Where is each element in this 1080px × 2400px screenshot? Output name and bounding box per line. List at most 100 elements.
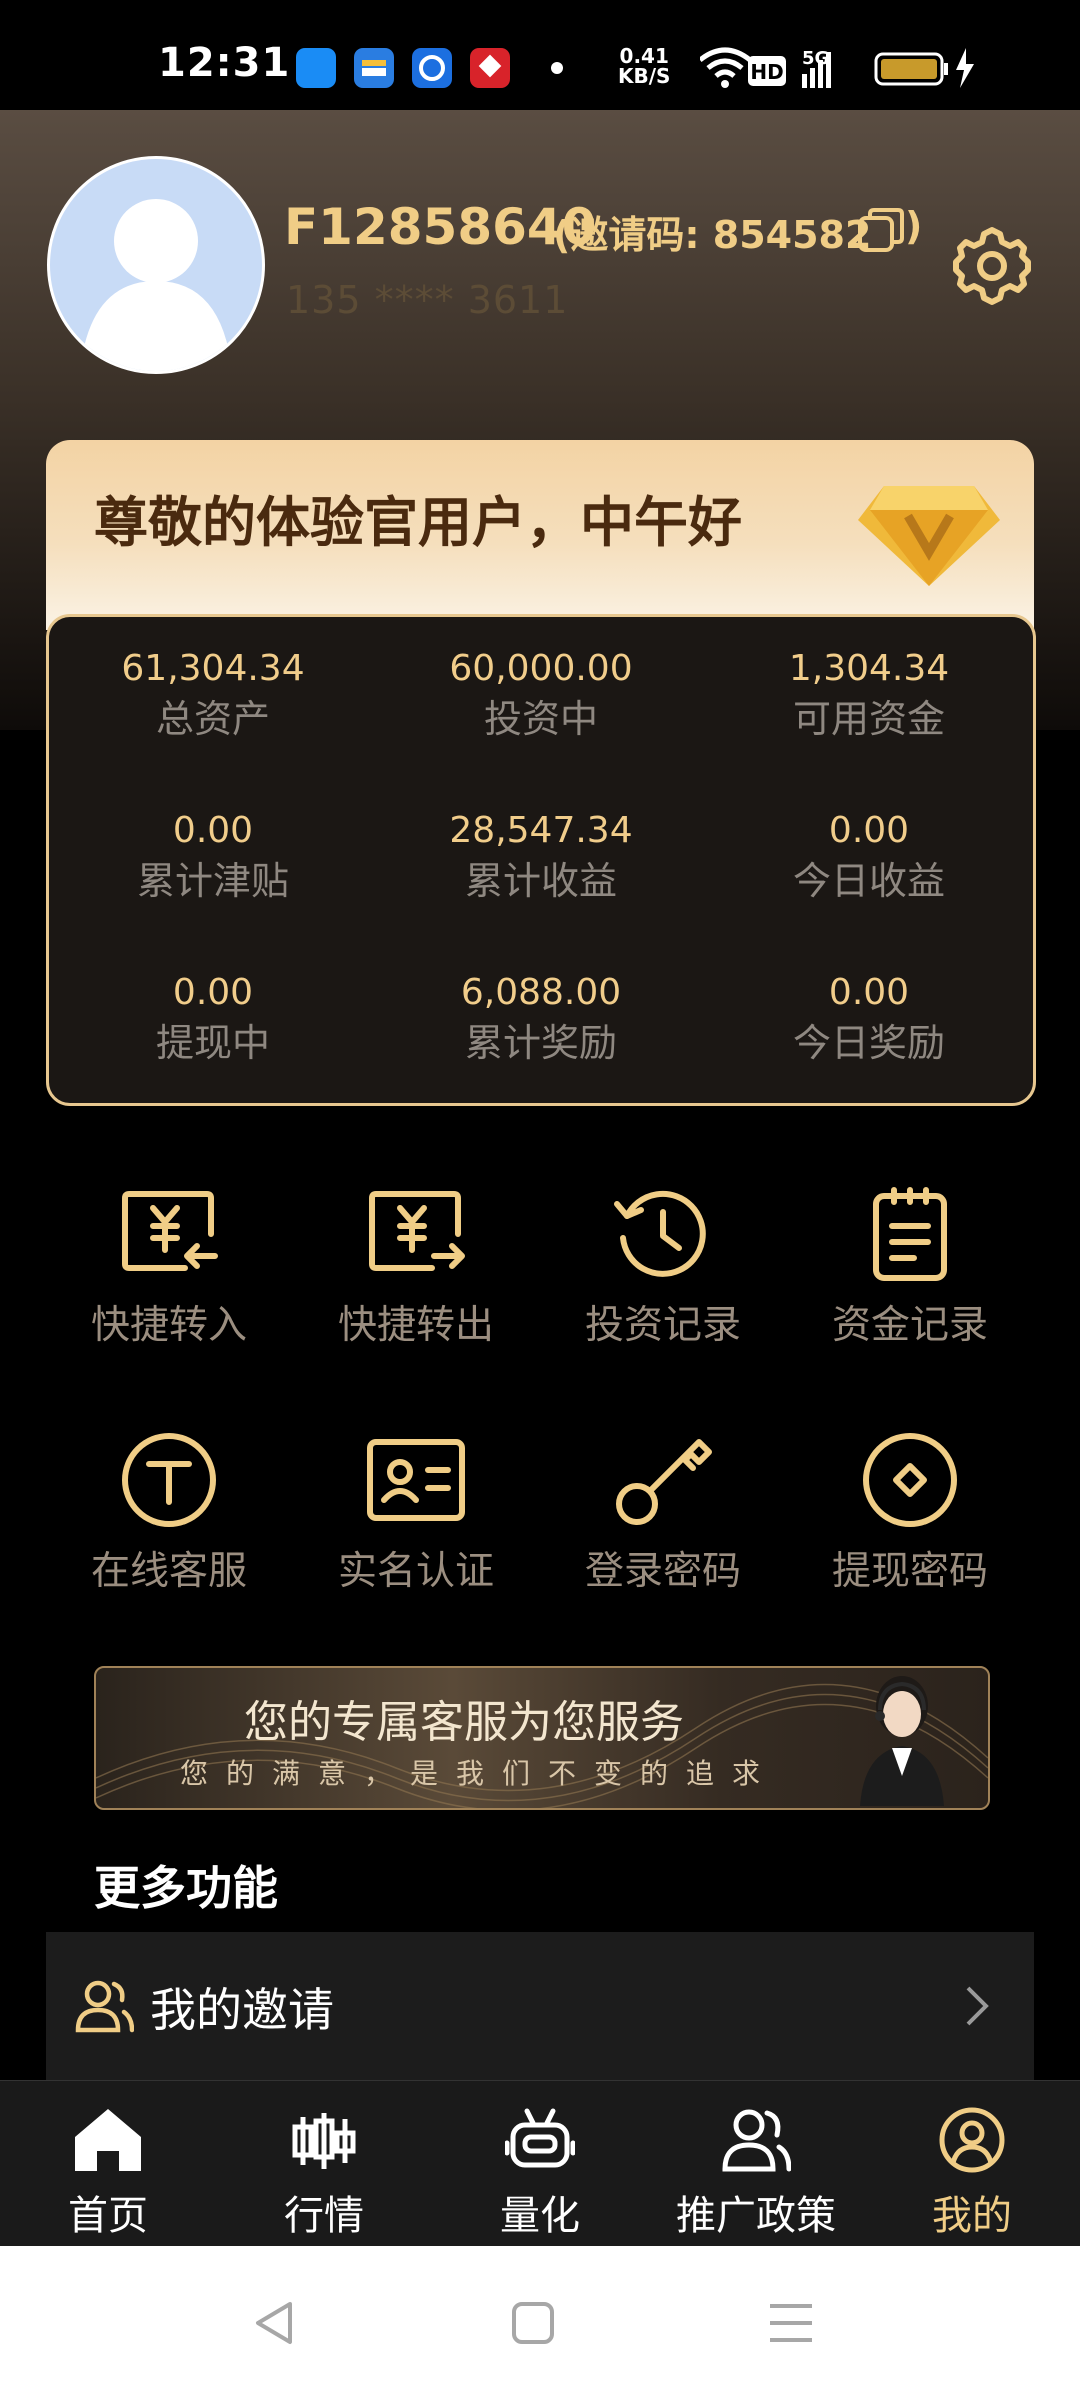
action-online-support[interactable]: 在线客服 (46, 1432, 292, 1596)
action-real-name-verification[interactable]: 实名认证 (293, 1432, 539, 1596)
game-notification-icon (470, 48, 510, 88)
invite-code-close: ) (905, 204, 923, 248)
user-circle-icon (939, 2107, 1005, 2173)
stat-withdrawing: 0.00 提现中 (49, 969, 377, 1069)
key-icon (616, 1439, 712, 1525)
browser-notification-icon (412, 48, 452, 88)
action-label: 在线客服 (90, 1549, 247, 1594)
action-quick-transfer-out[interactable]: 快捷转出 (293, 1186, 539, 1350)
stat-value: 60,000.00 (449, 648, 633, 689)
id-card-icon (367, 1439, 465, 1521)
banner-title: 您的专属客服为您服务 (244, 1697, 684, 1748)
action-label: 投资记录 (584, 1303, 741, 1348)
invite-code: (邀请码: 854582 (553, 213, 872, 257)
stat-value: 0.00 (172, 810, 254, 851)
action-fund-records[interactable]: 资金记录 (787, 1186, 1033, 1350)
status-time: 12:31 (158, 40, 291, 86)
stat-investing: 60,000.00 投资中 (377, 645, 705, 745)
action-label: 登录密码 (584, 1549, 741, 1594)
action-withdraw-password[interactable]: 提现密码 (787, 1432, 1033, 1596)
clipboard-icon (873, 1187, 947, 1281)
action-login-password[interactable]: 登录密码 (540, 1432, 786, 1596)
tab-mine[interactable]: 我的 (864, 2107, 1080, 2241)
stat-value: 0.00 (828, 810, 910, 851)
action-label: 实名认证 (337, 1549, 494, 1594)
tab-label: 行情 (284, 2193, 364, 2239)
candlestick-icon (292, 2113, 356, 2169)
asset-stats-panel: 61,304.34 总资产 60,000.00 投资中 1,304.34 可用资… (46, 614, 1036, 1106)
tab-promotion-policy[interactable]: 推广政策 (648, 2107, 864, 2241)
stat-today-reward: 0.00 今日奖励 (705, 969, 1033, 1069)
action-label: 快捷转入 (90, 1303, 247, 1348)
list-item-label: 我的邀请 (150, 1983, 334, 2037)
signal-icon: 5G (802, 48, 831, 88)
customer-service-banner[interactable]: 您的专属客服为您服务 您的满意，是我们不变的追求 (94, 1666, 990, 1810)
diamond-lock-icon (863, 1433, 957, 1527)
stat-cumulative-income: 28,547.34 累计收益 (377, 807, 705, 907)
stat-label: 今日收益 (792, 859, 945, 903)
wallet-notification-icon (354, 48, 394, 88)
stat-cumulative-allowance: 0.00 累计津贴 (49, 807, 377, 907)
avatar-placeholder-icon (80, 199, 232, 371)
stat-value: 1,304.34 (788, 648, 950, 689)
stat-label: 投资中 (483, 697, 598, 741)
back-icon[interactable] (250, 2298, 300, 2348)
copy-icon[interactable] (856, 206, 908, 254)
vip-diamond-icon (858, 486, 1000, 586)
status-icons: HD 5G (700, 47, 974, 88)
stat-label: 累计奖励 (464, 1021, 617, 1065)
action-quick-transfer-in[interactable]: 快捷转入 (46, 1186, 292, 1350)
phone-number: 135 **** 3611 (286, 278, 569, 322)
stat-value: 28,547.34 (449, 810, 633, 851)
home-icon (75, 2109, 141, 2171)
status-bar: 12:31 0.41 KB/S HD 5G (0, 0, 1080, 110)
stat-cumulative-reward: 6,088.00 累计奖励 (377, 969, 705, 1069)
action-investment-records[interactable]: 投资记录 (540, 1186, 786, 1350)
network-speed: 0.41 KB/S (618, 46, 670, 86)
robot-icon (504, 2108, 576, 2168)
customer-service-agent-icon (860, 1676, 944, 1806)
system-navigation-bar (0, 2246, 1080, 2400)
avatar[interactable] (47, 156, 265, 374)
tab-label: 量化 (500, 2193, 580, 2239)
recents-menu-icon[interactable] (766, 2298, 816, 2348)
tab-label: 我的 (932, 2193, 1012, 2239)
chevron-right-icon (966, 1986, 989, 2026)
svg-text:HD: HD (750, 60, 783, 84)
stat-value: 6,088.00 (460, 972, 622, 1013)
stat-label: 今日奖励 (792, 1021, 945, 1065)
tab-market[interactable]: 行情 (216, 2107, 432, 2241)
action-label: 提现密码 (831, 1549, 988, 1594)
network-speed-value: 0.41 (619, 44, 669, 68)
section-title-more-functions: 更多功能 (94, 1861, 278, 1915)
home-button-icon[interactable] (508, 2298, 558, 2348)
tab-quant[interactable]: 量化 (432, 2107, 648, 2241)
list-item-my-invitation[interactable]: 我的邀请 (46, 1932, 1034, 2080)
greeting-card: 尊敬的体验官用户，中午好 (46, 440, 1034, 630)
user-id: F12858640 (284, 198, 597, 256)
tab-home[interactable]: 首页 (0, 2107, 216, 2241)
stat-label: 可用资金 (792, 697, 945, 741)
app-notification-icon (296, 48, 336, 88)
yuan-transfer-in-icon (122, 1191, 218, 1271)
gear-icon[interactable] (950, 224, 1034, 308)
stat-label: 累计收益 (464, 859, 617, 903)
stat-today-income: 0.00 今日收益 (705, 807, 1033, 907)
stat-value: 0.00 (172, 972, 254, 1013)
banner-subtitle: 您的满意，是我们不变的追求 (180, 1757, 779, 1790)
stat-total-assets: 61,304.34 总资产 (49, 645, 377, 745)
svg-text:5G: 5G (802, 48, 829, 69)
users-icon (75, 1980, 134, 2033)
stat-label: 累计津贴 (136, 859, 289, 903)
battery-icon (874, 52, 948, 86)
history-clock-icon (614, 1190, 706, 1277)
stat-value: 61,304.34 (121, 648, 305, 689)
wifi-icon (700, 47, 752, 88)
stat-label: 提现中 (155, 1021, 270, 1065)
stat-label: 总资产 (155, 697, 270, 741)
bottom-tab-bar: 首页 行情 量化 推广政策 我的 (0, 2080, 1080, 2247)
network-speed-unit: KB/S (618, 64, 671, 88)
action-label: 资金记录 (831, 1303, 988, 1348)
notification-dot-icon (551, 62, 563, 74)
stat-value: 0.00 (828, 972, 910, 1013)
